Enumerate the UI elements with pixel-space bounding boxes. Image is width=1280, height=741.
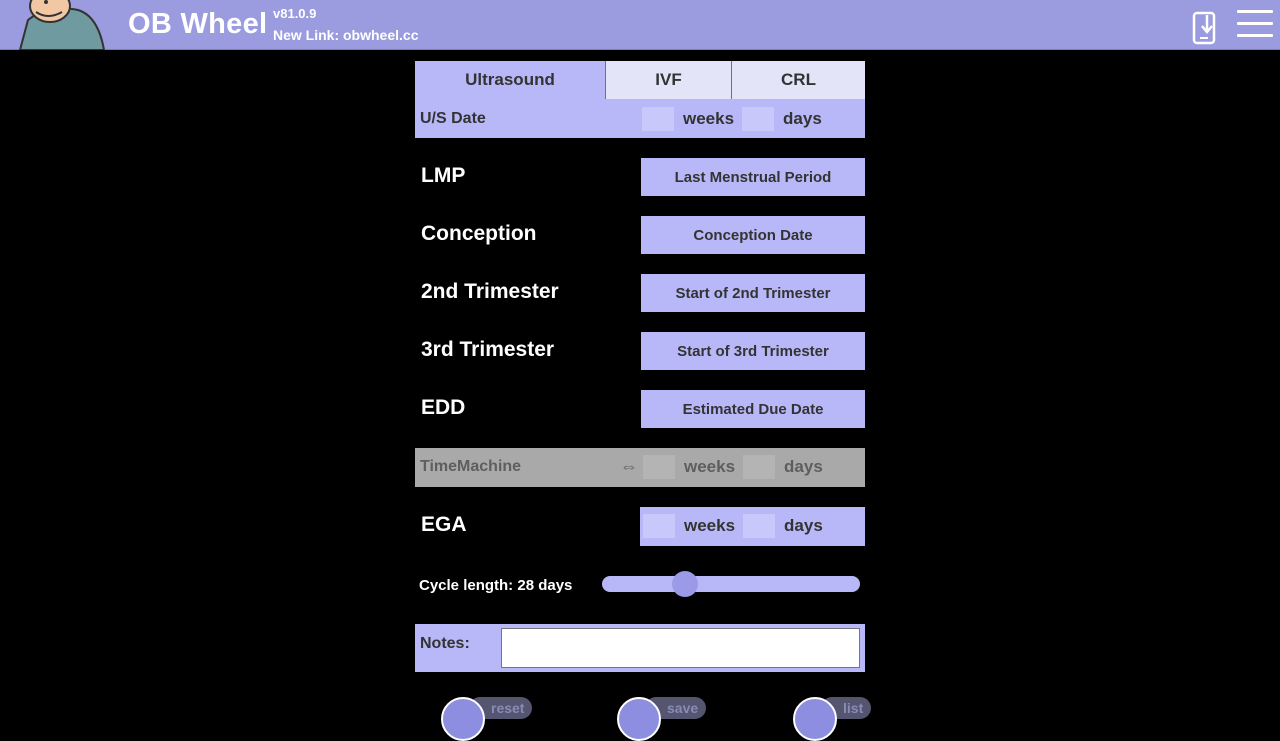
lmp-row: LMP Last Menstrual Period [415,158,865,196]
baby-logo-icon[interactable] [18,0,108,50]
edd-button[interactable]: Estimated Due Date [641,390,865,428]
ega-days-unit: days [784,516,823,535]
us-days-input[interactable] [742,106,775,131]
app-header: OB Wheel v81.0.9 New Link: obwheel.cc [0,0,1280,50]
ega-days-input[interactable] [743,514,776,538]
ega-weeks-unit: weeks [684,516,736,535]
slider-thumb[interactable] [671,571,698,597]
lmp-label: LMP [421,164,466,187]
second-trimester-row: 2nd Trimester Start of 2nd Trimester [415,274,865,312]
reset-button[interactable]: reset [441,697,537,741]
new-link-text[interactable]: New Link: obwheel.cc [273,27,418,43]
us-days-unit: days [783,108,822,128]
tab-ultrasound[interactable]: Ultrasound [415,61,605,99]
third-trimester-row: 3rd Trimester Start of 3rd Trimester [415,332,865,370]
tab-bar: Ultrasound IVF CRL [415,61,865,99]
cycle-length-label: Cycle length: 28 days [419,577,573,594]
us-weeks-days: weeks days [642,106,830,131]
install-app-icon[interactable] [1192,11,1216,45]
list-button[interactable]: list [793,697,873,741]
ega-label: EGA [421,513,467,536]
us-weeks-unit: weeks [683,108,735,128]
hamburger-menu-icon[interactable] [1237,10,1273,40]
us-weeks-input[interactable] [642,106,674,131]
conception-row: Conception Conception Date [415,216,865,254]
version-label: v81.0.9 [273,6,317,21]
notes-input[interactable] [501,628,860,668]
edd-label: EDD [421,396,466,419]
swap-arrow-icon[interactable]: ⇔ [620,456,638,477]
tm-days-unit: days [784,457,823,476]
notes-row: Notes: [415,624,865,672]
save-button[interactable]: save [617,697,713,741]
third-trimester-label: 3rd Trimester [421,338,555,361]
us-date-label: U/S Date [420,109,486,127]
time-machine-label: TimeMachine [420,458,522,475]
main-panel: Ultrasound IVF CRL U/S Date weeks days L… [415,61,872,741]
time-machine-row: TimeMachine ⇔ weeks days [415,448,865,487]
tab-crl[interactable]: CRL [731,61,865,99]
ega-weeks-input[interactable] [643,514,675,538]
lmp-button[interactable]: Last Menstrual Period [641,158,865,196]
cycle-length-slider[interactable] [602,571,860,597]
us-date-row: U/S Date weeks days [415,99,865,138]
edd-row: EDD Estimated Due Date [415,390,865,428]
conception-button[interactable]: Conception Date [641,216,865,254]
list-icon [793,697,837,741]
third-trimester-button[interactable]: Start of 3rd Trimester [641,332,865,370]
tm-weeks-unit: weeks [684,457,736,476]
app-title: OB Wheel [128,8,268,40]
second-trimester-button[interactable]: Start of 2nd Trimester [641,274,865,312]
ega-weeks-days: weeks days [643,514,831,538]
tm-weeks-days: weeks days [643,455,831,479]
tab-ivf[interactable]: IVF [605,61,731,99]
save-icon [617,697,661,741]
notes-label: Notes: [420,635,470,652]
reset-icon [441,697,485,741]
second-trimester-label: 2nd Trimester [421,280,559,303]
tm-weeks-input[interactable] [643,455,675,479]
tm-days-input[interactable] [743,455,776,479]
ega-row: EGA weeks days [415,507,865,546]
conception-label: Conception [421,222,537,245]
